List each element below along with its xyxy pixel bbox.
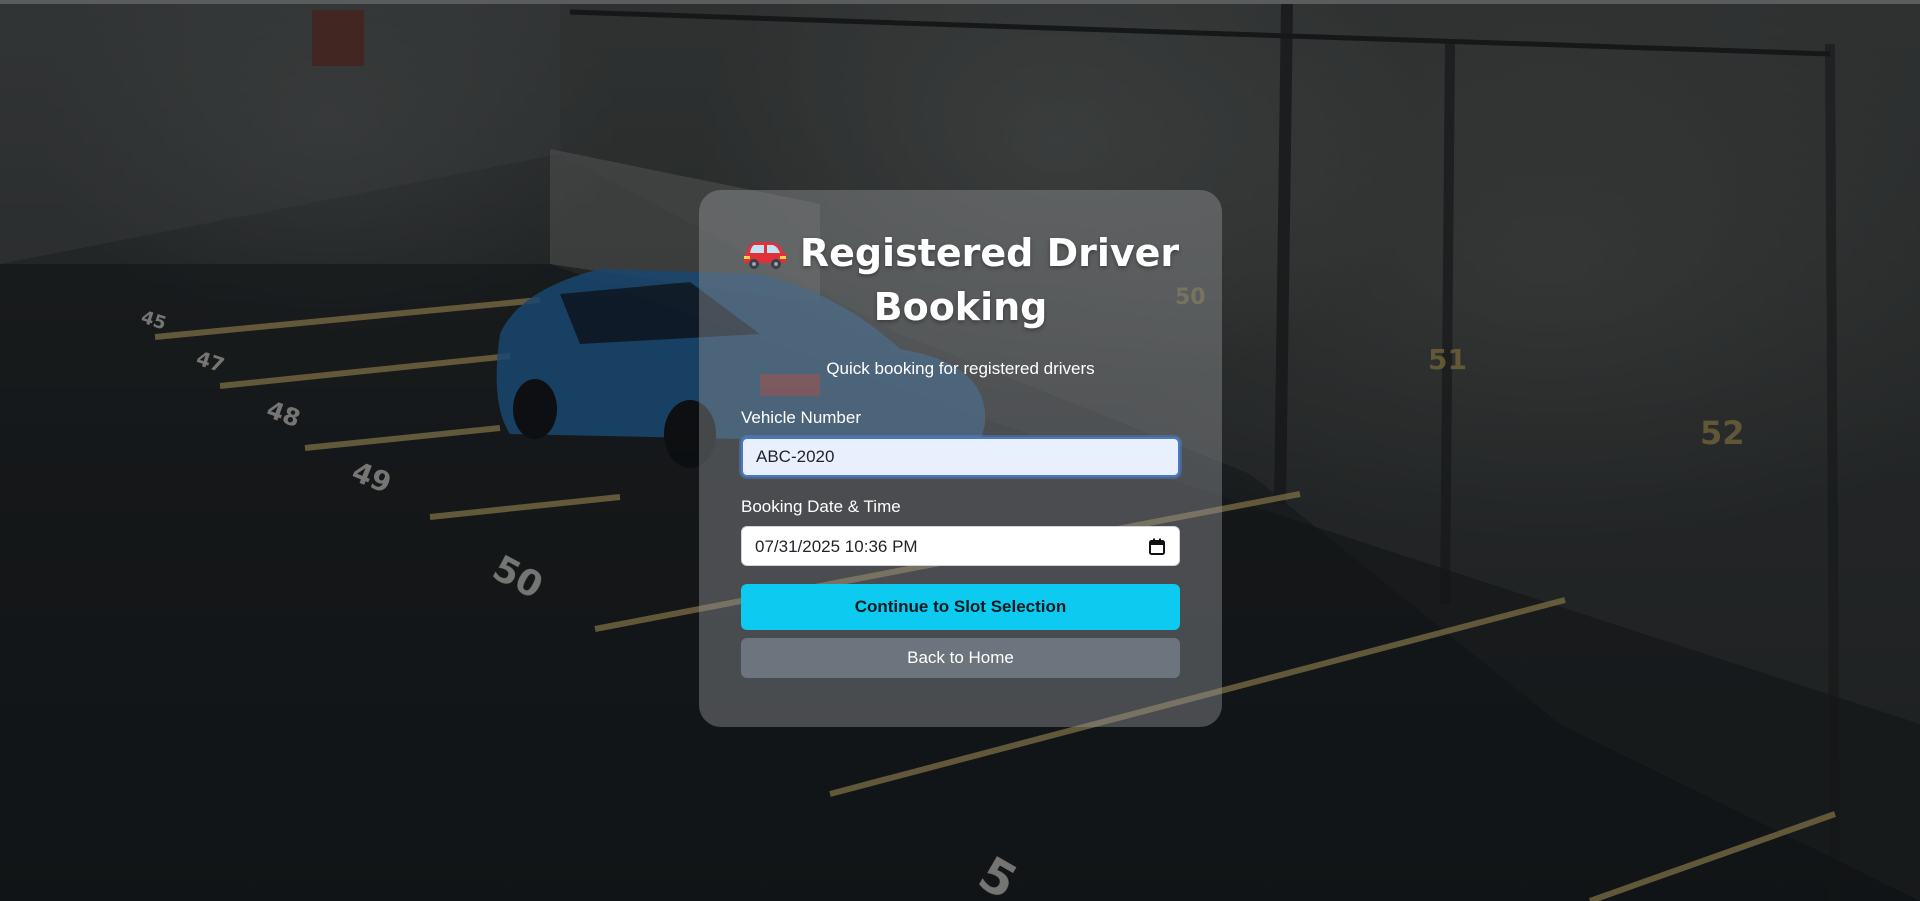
booking-card: Registered Driver Booking Quick booking … <box>699 190 1222 727</box>
booking-datetime-group: Booking Date & Time 07/31/2025 10:36 PM <box>741 497 1180 566</box>
page-title: Registered Driver Booking <box>741 228 1180 332</box>
vehicle-number-group: Vehicle Number <box>741 408 1180 477</box>
booking-datetime-label: Booking Date & Time <box>741 497 901 516</box>
page-subtitle: Quick booking for registered drivers <box>826 359 1095 378</box>
booking-datetime-input[interactable]: 07/31/2025 10:36 PM <box>741 526 1180 566</box>
car-icon <box>742 232 788 282</box>
continue-to-slot-selection-button[interactable]: Continue to Slot Selection <box>741 584 1180 630</box>
page-title-text: Registered Driver Booking <box>799 231 1180 329</box>
booking-datetime-value: 07/31/2025 10:36 PM <box>755 537 918 556</box>
vehicle-number-label: Vehicle Number <box>741 408 862 427</box>
calendar-icon[interactable] <box>1149 538 1165 560</box>
vehicle-number-input[interactable] <box>741 437 1180 477</box>
back-to-home-button[interactable]: Back to Home <box>741 638 1180 678</box>
